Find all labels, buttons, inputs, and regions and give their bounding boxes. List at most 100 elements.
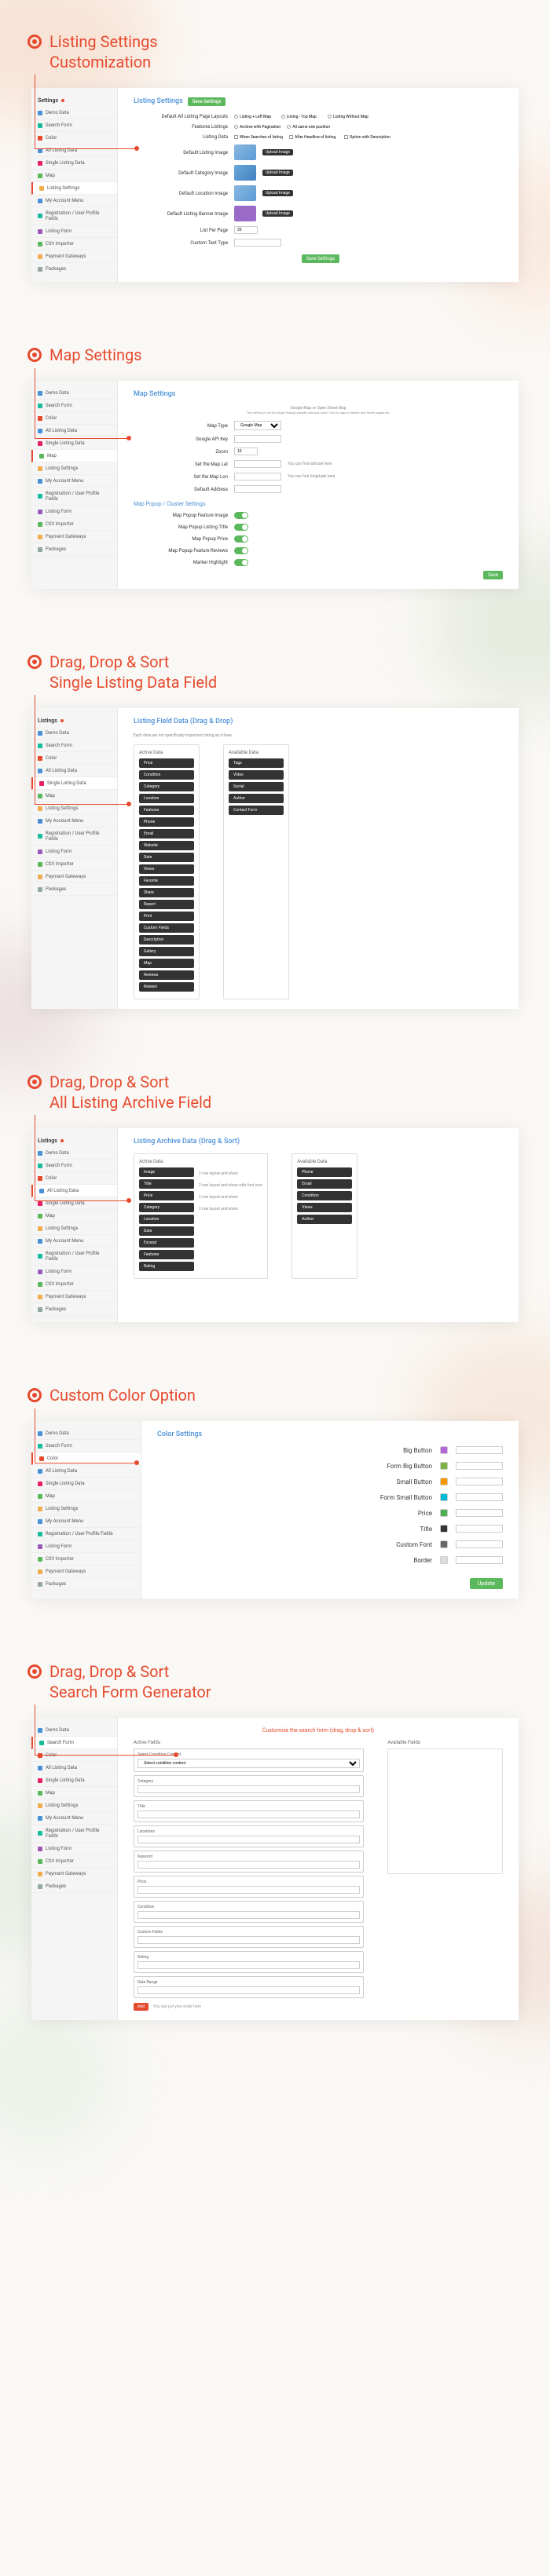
drag-item[interactable]: Description: [139, 935, 194, 945]
sidebar-item[interactable]: CSV Importer: [31, 858, 117, 871]
map-type-select[interactable]: Google Map: [234, 421, 281, 430]
drag-item[interactable]: Image: [139, 1167, 194, 1177]
update-button[interactable]: Update: [470, 1578, 503, 1589]
drag-item[interactable]: Location: [139, 794, 194, 803]
per-page-input[interactable]: [234, 226, 258, 234]
search-field[interactable]: Condition: [134, 1901, 364, 1923]
text-type-input[interactable]: [234, 239, 281, 247]
drag-item[interactable]: Date: [139, 853, 194, 862]
color-input[interactable]: [456, 1446, 503, 1454]
radio-option[interactable]: Archive with Pagination: [234, 125, 280, 130]
drag-item[interactable]: Phone: [139, 817, 194, 827]
sidebar-item[interactable]: Registration / User Profile Fields: [31, 1528, 141, 1540]
drag-item[interactable]: Share: [139, 888, 194, 897]
search-field[interactable]: Category: [134, 1775, 364, 1797]
sidebar-item[interactable]: Map: [31, 1490, 141, 1503]
sidebar-item-active[interactable]: Listing Settings: [31, 182, 117, 195]
sidebar-item[interactable]: Listing Form: [31, 1266, 117, 1278]
drag-item[interactable]: Price: [139, 1191, 194, 1200]
radio-option[interactable]: Listing - Top Map: [281, 115, 322, 119]
radio-option[interactable]: Option with Description: [344, 135, 393, 140]
sidebar-item[interactable]: Registration / User Profile Fields: [31, 207, 117, 225]
sidebar-item[interactable]: Payment Gateways: [31, 1291, 117, 1303]
drag-item[interactable]: Price: [139, 758, 194, 768]
upload-button[interactable]: Upload Image: [262, 149, 293, 155]
sidebar-item[interactable]: CSV Importer: [31, 238, 117, 250]
sidebar-item[interactable]: Listing Form: [31, 1843, 117, 1855]
upload-button[interactable]: Upload Image: [262, 190, 293, 196]
field-input[interactable]: [138, 1861, 360, 1869]
sidebar-item[interactable]: Packages: [31, 543, 117, 556]
sidebar-item[interactable]: Map: [31, 170, 117, 182]
sidebar-item[interactable]: Payment Gateways: [31, 1566, 141, 1578]
sidebar-item[interactable]: Payment Gateways: [31, 250, 117, 263]
toggle[interactable]: [234, 535, 248, 543]
color-input[interactable]: [456, 1556, 503, 1564]
sidebar-item[interactable]: CSV Importer: [31, 518, 117, 531]
sidebar-item[interactable]: Packages: [31, 883, 117, 896]
sidebar-item[interactable]: Listing Form: [31, 506, 117, 518]
address-input[interactable]: [234, 485, 281, 493]
field-input[interactable]: [138, 1886, 360, 1894]
sidebar-item[interactable]: Packages: [31, 1578, 141, 1591]
sidebar-item[interactable]: Single Listing Data: [31, 157, 117, 170]
search-field[interactable]: Date Range: [134, 1976, 364, 1998]
drag-item[interactable]: Video: [229, 770, 284, 780]
drag-item[interactable]: Related: [139, 982, 194, 992]
drag-item[interactable]: Favorite: [139, 876, 194, 886]
radio-option[interactable]: Listing Without Map: [328, 115, 368, 119]
radio-option[interactable]: Listing + Left Map: [234, 115, 275, 119]
sidebar-item[interactable]: Payment Gateways: [31, 871, 117, 883]
search-field[interactable]: Price: [134, 1876, 364, 1898]
drag-item[interactable]: Date: [139, 1226, 194, 1236]
save-button-bottom[interactable]: Save Settings: [302, 254, 339, 263]
drag-item[interactable]: Tags: [229, 758, 284, 768]
color-swatch[interactable]: [440, 1446, 448, 1454]
sidebar-item[interactable]: Map: [31, 1210, 117, 1222]
field-input[interactable]: [138, 1785, 360, 1793]
drag-item[interactable]: Views: [297, 1203, 352, 1212]
drag-item[interactable]: Features: [139, 1250, 194, 1259]
radio-option[interactable]: All same one position: [287, 125, 333, 130]
save-button[interactable]: Save: [483, 571, 503, 579]
drag-item[interactable]: Map: [139, 959, 194, 968]
search-field[interactable]: Locations: [134, 1825, 364, 1847]
drag-item[interactable]: Social: [229, 782, 284, 791]
sidebar-item[interactable]: My Account Menu: [31, 1235, 117, 1248]
sidebar-item[interactable]: My Account Menu: [31, 1515, 141, 1528]
drag-item[interactable]: Condition: [139, 770, 194, 780]
drag-item[interactable]: Condition: [297, 1191, 352, 1200]
sidebar-item[interactable]: My Account Menu: [31, 1812, 117, 1825]
search-field[interactable]: Rating: [134, 1951, 364, 1973]
color-swatch[interactable]: [440, 1478, 448, 1485]
drag-item[interactable]: Gallery: [139, 947, 194, 956]
lon-input[interactable]: [234, 473, 281, 480]
api-key-input[interactable]: [234, 435, 281, 443]
sidebar-item[interactable]: Packages: [31, 1303, 117, 1316]
zoom-input[interactable]: [234, 448, 258, 455]
sidebar-item[interactable]: Single Listing Data: [31, 1774, 117, 1787]
field-input[interactable]: [138, 1986, 360, 1994]
drag-item[interactable]: Category: [139, 782, 194, 791]
color-input[interactable]: [456, 1525, 503, 1533]
sidebar-item[interactable]: My Account Menu: [31, 475, 117, 488]
radio-option[interactable]: When Searches of listing: [234, 135, 283, 140]
field-input[interactable]: [138, 1911, 360, 1919]
color-swatch[interactable]: [440, 1556, 448, 1564]
sidebar-item[interactable]: CSV Importer: [31, 1553, 141, 1566]
sidebar-item-active[interactable]: Map: [31, 450, 117, 462]
sidebar-item[interactable]: Listing Form: [31, 225, 117, 238]
color-input[interactable]: [456, 1540, 503, 1548]
sidebar-item[interactable]: Listing Settings: [31, 1503, 141, 1515]
sidebar-item[interactable]: Registration / User Profile Fields: [31, 488, 117, 506]
sidebar-item[interactable]: Listing Settings: [31, 1800, 117, 1812]
sidebar-item[interactable]: Registration / User Profile Fields: [31, 1825, 117, 1843]
drag-item[interactable]: Reviews: [139, 970, 194, 980]
drag-item[interactable]: Features: [139, 806, 194, 815]
field-input[interactable]: [138, 1961, 360, 1969]
search-field[interactable]: Title: [134, 1800, 364, 1822]
sidebar-item[interactable]: Single Listing Data: [31, 1478, 141, 1490]
sidebar-item[interactable]: All Listing Data: [31, 1465, 141, 1478]
radio-option[interactable]: After Headline of listing: [289, 135, 338, 140]
sidebar-item[interactable]: CSV Importer: [31, 1855, 117, 1868]
